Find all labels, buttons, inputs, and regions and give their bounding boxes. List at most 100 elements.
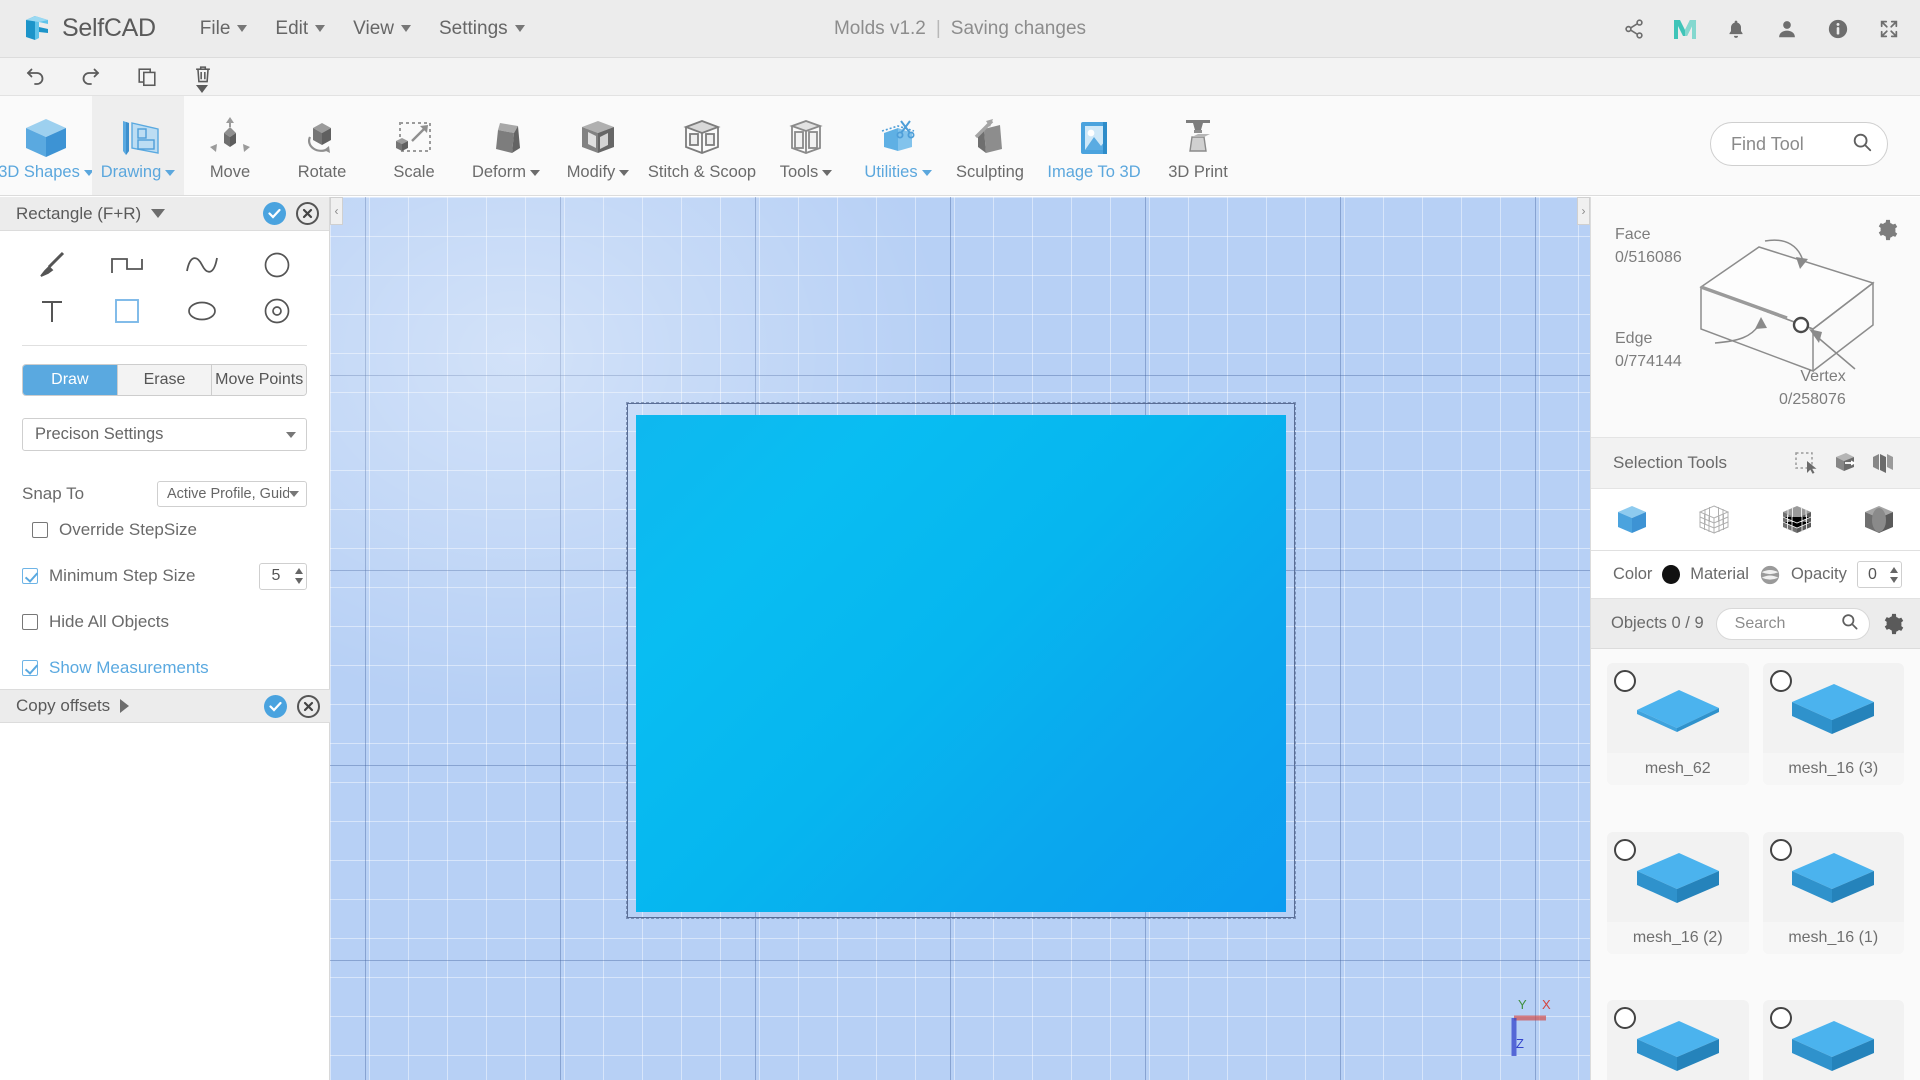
color-swatch[interactable] xyxy=(1662,565,1681,584)
gear-icon[interactable] xyxy=(1882,613,1904,635)
tool-3d-print[interactable]: 3D Print xyxy=(1152,96,1244,195)
vertex-mode-icon[interactable] xyxy=(1838,503,1920,537)
stitch-scoop-icon xyxy=(678,115,726,161)
menu-settings[interactable]: Settings xyxy=(425,12,539,46)
objects-count: Objects 0 / 9 xyxy=(1611,614,1704,632)
quick-toolbar xyxy=(0,58,1920,96)
stepper-arrows[interactable] xyxy=(1887,562,1901,587)
through-select-icon[interactable] xyxy=(1826,448,1864,478)
ellipse-icon[interactable] xyxy=(165,291,240,331)
curve-icon[interactable] xyxy=(165,245,240,285)
tool-utilities[interactable]: Utilities xyxy=(852,96,944,195)
tab-move-points[interactable]: Move Points xyxy=(212,365,306,395)
tab-erase[interactable]: Erase xyxy=(117,365,213,395)
menu-edit-label: Edit xyxy=(275,17,309,39)
checkbox-box[interactable] xyxy=(22,568,38,584)
checkbox-box[interactable] xyxy=(22,614,38,630)
object-mode-icon[interactable] xyxy=(1591,503,1673,537)
list-item[interactable] xyxy=(1607,1000,1749,1080)
chevron-down-icon[interactable] xyxy=(151,209,166,218)
menu-view[interactable]: View xyxy=(339,12,425,46)
rectangle-select-icon[interactable] xyxy=(1788,448,1826,478)
object-select-radio[interactable] xyxy=(1614,670,1636,692)
triangle-right-icon[interactable] xyxy=(120,699,130,713)
object-select-radio[interactable] xyxy=(1614,838,1636,861)
undo-icon[interactable] xyxy=(22,64,48,90)
drawn-rectangle[interactable] xyxy=(636,415,1286,912)
ring-icon[interactable] xyxy=(240,291,315,331)
stepper-up-icon[interactable] xyxy=(1890,566,1898,573)
checkbox-minimum-step-size[interactable]: Minimum Step Size 5 xyxy=(22,553,307,599)
stepper-down-icon[interactable] xyxy=(1890,576,1898,583)
loop-select-icon[interactable] xyxy=(1864,448,1902,478)
list-item[interactable]: mesh_16 (2) xyxy=(1607,831,1749,954)
person-icon[interactable] xyxy=(1774,16,1800,42)
delete-icon[interactable] xyxy=(190,64,216,93)
checkbox-show-measurements[interactable]: Show Measurements xyxy=(22,645,307,691)
tool-drawing[interactable]: Drawing xyxy=(92,96,184,195)
opacity-label: Opacity xyxy=(1790,565,1847,583)
object-select-radio[interactable] xyxy=(1769,1007,1792,1030)
tool-scale[interactable]: Scale xyxy=(368,96,460,195)
stepper-up-icon[interactable] xyxy=(295,568,303,574)
object-select-radio[interactable] xyxy=(1769,838,1792,861)
collapse-left-panel-handle[interactable]: ‹ xyxy=(330,197,343,225)
list-item[interactable] xyxy=(1762,1000,1904,1080)
copy-offsets-confirm-button[interactable] xyxy=(264,694,287,718)
object-select-radio[interactable] xyxy=(1769,670,1792,692)
fullscreen-icon[interactable] xyxy=(1876,16,1902,42)
tool-sculpting-label: Sculpting xyxy=(956,163,1024,181)
find-tool-search[interactable]: Find Tool xyxy=(1710,122,1888,166)
svg-text:Y: Y xyxy=(1518,997,1527,1012)
list-item[interactable]: mesh_62 xyxy=(1607,663,1749,785)
stepper-arrows[interactable] xyxy=(292,564,306,589)
copy-offsets-section[interactable]: Copy offsets xyxy=(0,689,330,723)
menu-file[interactable]: File xyxy=(186,12,262,46)
wireframe-mode-icon[interactable] xyxy=(1673,503,1755,537)
polyline-icon[interactable] xyxy=(89,245,164,285)
copy-offsets-cancel-button[interactable] xyxy=(297,694,320,718)
precision-settings-select[interactable]: Precison Settings xyxy=(22,418,307,451)
info-icon[interactable] xyxy=(1825,16,1851,42)
viewport-canvas[interactable]: ‹ › TOP Width: 170.00 xyxy=(330,197,1590,1080)
tool-move[interactable]: Move xyxy=(184,96,276,195)
checkbox-box[interactable] xyxy=(22,660,38,676)
tab-draw[interactable]: Draw xyxy=(23,365,118,395)
bell-icon[interactable] xyxy=(1723,16,1749,42)
axis-gizmo[interactable]: Y X Z xyxy=(1502,996,1562,1066)
share-icon[interactable] xyxy=(1621,16,1647,42)
title-separator: | xyxy=(935,18,941,39)
opacity-stepper[interactable]: 0 xyxy=(1856,561,1902,588)
redo-icon[interactable] xyxy=(78,64,104,90)
circle-icon[interactable] xyxy=(240,245,315,285)
tool-image-to-3d[interactable]: Image To 3D xyxy=(1036,96,1152,195)
copy-icon[interactable] xyxy=(134,64,160,90)
checkbox-override-stepsize[interactable]: Override StepSize xyxy=(22,507,307,553)
checkbox-box[interactable] xyxy=(32,522,48,538)
list-item[interactable]: mesh_16 (3) xyxy=(1762,663,1904,785)
confirm-button[interactable] xyxy=(263,202,286,225)
selfcad-logo-icon xyxy=(22,13,54,45)
stepper-down-icon[interactable] xyxy=(295,578,303,584)
face-mode-icon[interactable] xyxy=(1756,503,1838,537)
list-item[interactable]: mesh_16 (1) xyxy=(1762,831,1904,954)
rectangle-icon[interactable] xyxy=(89,291,164,331)
cancel-button[interactable] xyxy=(296,202,319,225)
tool-tools[interactable]: Tools xyxy=(760,96,852,195)
tool-rotate[interactable]: Rotate xyxy=(276,96,368,195)
tool-stitch-scoop[interactable]: Stitch & Scoop xyxy=(644,96,760,195)
text-icon[interactable] xyxy=(14,291,89,331)
tool-3d-shapes[interactable]: 3D Shapes xyxy=(0,96,94,195)
checkbox-hide-all-objects[interactable]: Hide All Objects xyxy=(22,599,307,645)
minimum-step-size-stepper[interactable]: 5 xyxy=(259,562,307,590)
snap-to-select[interactable]: Active Profile, Guid xyxy=(157,481,307,507)
m-logo-icon[interactable] xyxy=(1672,16,1698,42)
tool-modify[interactable]: Modify xyxy=(552,96,644,195)
tool-sculpting[interactable]: Sculpting xyxy=(944,96,1036,195)
collapse-right-panel-handle[interactable]: › xyxy=(1577,197,1590,225)
material-sphere-icon[interactable] xyxy=(1759,564,1781,586)
brush-icon[interactable] xyxy=(14,245,89,285)
search-input[interactable]: Search xyxy=(1715,607,1870,640)
menu-edit[interactable]: Edit xyxy=(261,12,339,46)
tool-deform[interactable]: Deform xyxy=(460,96,552,195)
